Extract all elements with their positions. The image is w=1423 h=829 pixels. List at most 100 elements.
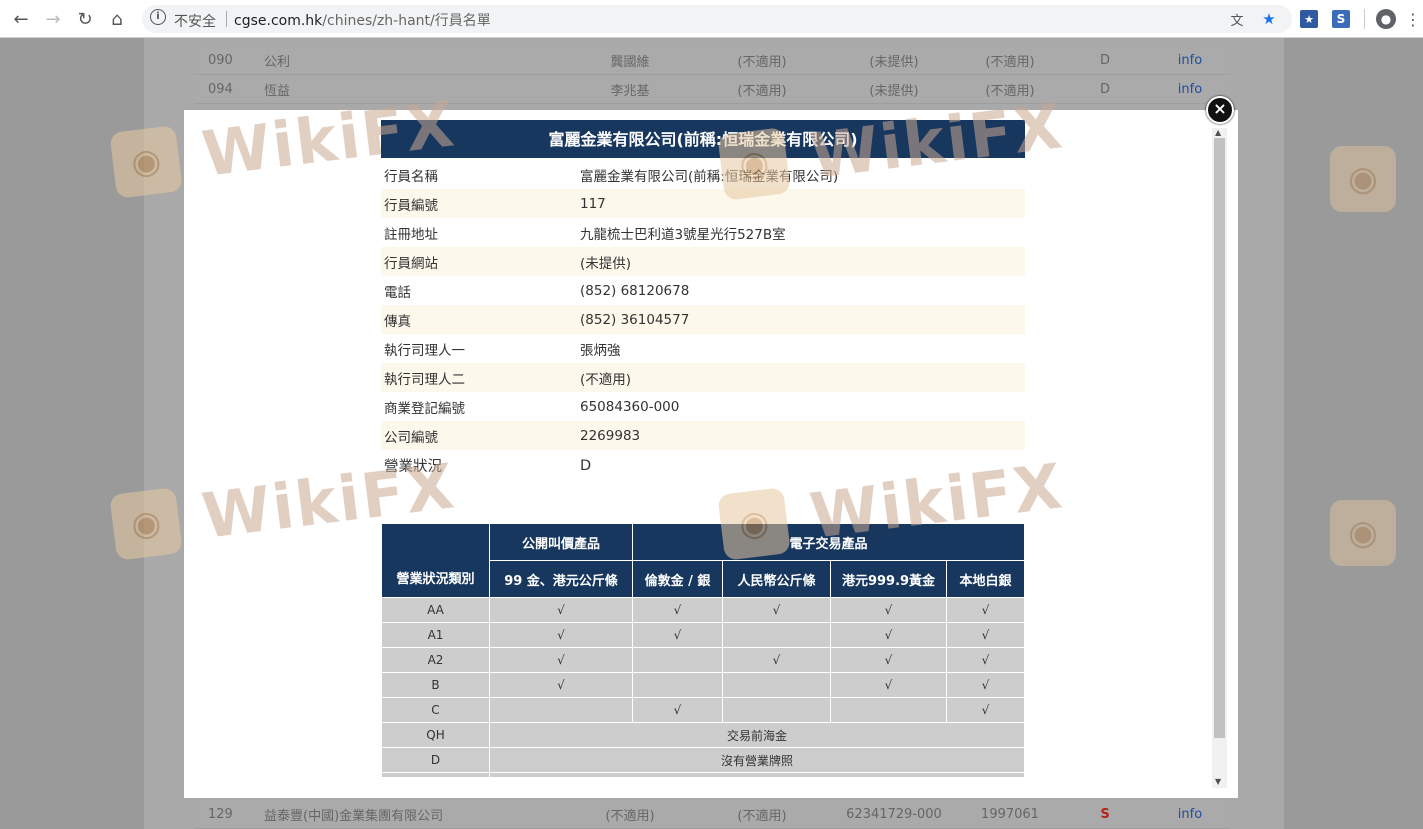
- status-header-row: 營業狀況類別 公開叫價產品 電子交易產品: [381, 523, 1025, 598]
- modal-scrollbar[interactable]: ▲ ▼: [1212, 128, 1227, 788]
- row-name: 益泰豐(中國)金業集團有限公司: [264, 800, 564, 829]
- info-row-address: 註冊地址 九龍梳士巴利道3號星光行527B室: [381, 218, 1025, 247]
- back-icon[interactable]: ←: [10, 8, 32, 30]
- info-value: 九龍梳士巴利道3號星光行527B室: [580, 226, 786, 243]
- check-cell: √: [632, 622, 723, 648]
- info-label: 執行司理人一: [384, 342, 465, 359]
- table-row: C √ √: [381, 697, 1025, 723]
- scroll-up-arrow-icon[interactable]: ▲: [1215, 128, 1221, 137]
- check-cell: [722, 697, 831, 723]
- check-cell: [722, 672, 831, 698]
- scroll-down-arrow-icon[interactable]: ▼: [1215, 777, 1221, 786]
- info-row-website: 行員網站 (未提供): [381, 247, 1025, 276]
- info-value: D: [580, 457, 592, 474]
- check-cell: [830, 697, 947, 723]
- modal-content: 富麗金業有限公司(前稱:恒瑞金業有限公司) 行員名稱 富麗金業有限公司(前稱:恒瑞…: [381, 120, 1025, 778]
- table-row: A1 √ √ √ √: [381, 622, 1025, 648]
- info-label: 營業狀況: [384, 459, 442, 475]
- watermark-logo-icon: ◉: [1330, 500, 1396, 566]
- check-cell: √: [489, 622, 633, 648]
- status-category: [381, 772, 490, 778]
- status-category: A2: [381, 647, 490, 673]
- reload-icon[interactable]: ↻: [74, 8, 96, 30]
- info-row-company-number: 公司編號 2269983: [381, 421, 1025, 450]
- check-cell: √: [830, 672, 947, 698]
- check-cell: √: [722, 597, 831, 623]
- translate-icon[interactable]: 文: [1228, 10, 1246, 29]
- check-cell: √: [489, 672, 633, 698]
- menu-kebab-icon[interactable]: ⋮: [1404, 10, 1422, 29]
- address-bar[interactable]: i 不安全 cgse.com.hk/chines/zh-hant/行員名單 文 …: [142, 5, 1292, 33]
- column-header: 本地白銀: [946, 560, 1025, 598]
- omnibox-divider: [226, 11, 227, 27]
- extension-star-icon[interactable]: ★: [1300, 10, 1318, 28]
- status-category: D: [381, 747, 490, 773]
- column-header: 人民幣公斤條: [722, 560, 831, 598]
- info-value: (未提供): [577, 247, 1025, 276]
- check-cell: √: [632, 597, 723, 623]
- table-row: AA √ √ √ √ √: [381, 597, 1025, 623]
- check-cell: [722, 622, 831, 648]
- row-col2: (未提供): [828, 46, 960, 75]
- profile-avatar-icon[interactable]: ●: [1376, 9, 1396, 29]
- row-col1: (不適用): [696, 800, 828, 829]
- row-code: 129: [194, 800, 264, 829]
- row-name: 公利: [264, 46, 564, 75]
- row-status: D: [1060, 46, 1150, 75]
- info-row-fax: 傳真 (852) 36104577: [381, 305, 1025, 334]
- info-link[interactable]: info: [1150, 46, 1230, 75]
- info-row-manager1: 執行司理人一 張炳強: [381, 334, 1025, 363]
- info-link[interactable]: info: [1150, 800, 1230, 829]
- forward-icon[interactable]: →: [42, 8, 64, 30]
- table-row: QH 交易前海金: [381, 722, 1025, 748]
- info-value: (不適用): [577, 363, 1025, 392]
- status-description: 交易前海金: [489, 722, 1025, 748]
- info-value: (852) 68120678: [580, 282, 690, 299]
- row-col3: 1997061: [960, 800, 1060, 829]
- row-col3: (不適用): [960, 46, 1060, 75]
- check-cell: [632, 647, 723, 673]
- table-row: D 沒有營業牌照: [381, 747, 1025, 773]
- info-label: 執行司理人二: [381, 363, 577, 392]
- bookmark-star-icon[interactable]: ★: [1260, 10, 1278, 28]
- extension-s-icon[interactable]: S: [1332, 10, 1350, 28]
- home-icon[interactable]: ⌂: [106, 8, 128, 30]
- table-row: 129 益泰豐(中國)金業集團有限公司 (不適用) (不適用) 62341729…: [194, 800, 1230, 829]
- row-person: (不適用): [564, 800, 696, 829]
- row-col2: 62341729-000: [828, 800, 960, 829]
- url-path: /chines/zh-hant/行員名單: [322, 13, 491, 29]
- modal-title: 富麗金業有限公司(前稱:恒瑞金業有限公司): [381, 120, 1025, 158]
- check-cell: √: [946, 697, 1025, 723]
- status-category: AA: [381, 597, 490, 623]
- check-cell: √: [830, 647, 947, 673]
- check-cell: √: [946, 597, 1025, 623]
- row-status: D: [1060, 74, 1150, 104]
- check-cell: [632, 672, 723, 698]
- info-label: 公司編號: [381, 421, 577, 450]
- row-status: S: [1060, 800, 1150, 829]
- info-label: 行員編號: [381, 189, 577, 218]
- status-category: C: [381, 697, 490, 723]
- info-label: 電話: [384, 284, 411, 301]
- info-row-phone: 電話 (852) 68120678: [381, 276, 1025, 305]
- check-cell: √: [946, 647, 1025, 673]
- check-cell: [489, 697, 633, 723]
- status-description: [489, 772, 1025, 778]
- status-category: A1: [381, 622, 490, 648]
- row-person: 李兆基: [564, 74, 696, 104]
- business-status-table: 營業狀況類別 公開叫價產品 電子交易產品 99 金、港元公斤條 倫敦金 / 銀 …: [381, 523, 1025, 778]
- scroll-thumb[interactable]: [1214, 138, 1225, 738]
- table-row: A2 √ √ √ √: [381, 647, 1025, 673]
- row-name: 恆益: [264, 74, 564, 104]
- row-col3: (不適用): [960, 74, 1060, 104]
- site-info-icon[interactable]: i: [150, 9, 166, 25]
- background-member-table-bottom: 129 益泰豐(中國)金業集團有限公司 (不適用) (不適用) 62341729…: [194, 800, 1230, 829]
- row-code: 090: [194, 46, 264, 75]
- background-member-table: 090 公利 龔國維 (不適用) (未提供) (不適用) D info 094 …: [194, 46, 1230, 104]
- status-category: B: [381, 672, 490, 698]
- url-text[interactable]: cgse.com.hk/chines/zh-hant/行員名單: [234, 10, 491, 30]
- info-row-manager2: 執行司理人二 (不適用): [381, 363, 1025, 392]
- column-header: 99 金、港元公斤條: [489, 560, 633, 598]
- close-icon[interactable]: ×: [1206, 96, 1234, 124]
- info-label: 傳真: [381, 305, 577, 334]
